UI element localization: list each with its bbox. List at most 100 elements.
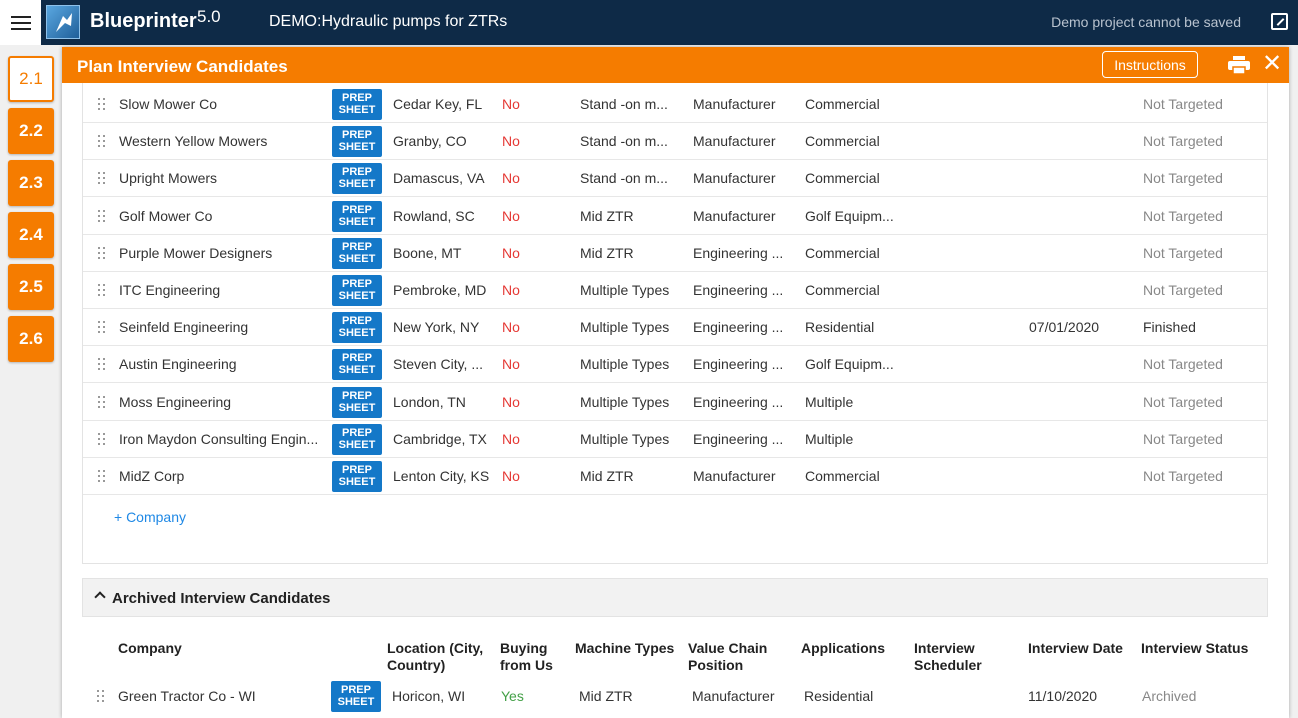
col-header-buying-line1: Buying [500,640,548,656]
col-header-location-line2: Country) [387,657,446,673]
table-row[interactable]: Purple Mower Designers PREP SHEET Boone, MT… [83,235,1267,272]
company-name[interactable]: ITC Engineering [119,282,324,298]
interview-status: Archived [1142,688,1197,704]
drag-handle-icon[interactable] [98,432,106,445]
archived-section-header[interactable]: Archived Interview Candidates [82,578,1268,617]
drag-handle-icon[interactable] [98,209,106,222]
buying-from-us: Yes [501,688,524,704]
step-2-5[interactable]: 2.5 [8,264,54,310]
company-name[interactable]: Austin Engineering [119,356,324,372]
drag-handle-icon[interactable] [97,690,105,702]
company-name[interactable]: Purple Mower Designers [119,245,324,261]
prep-sheet-button[interactable]: PREP SHEET [332,423,382,455]
prep-sheet-button[interactable]: PREP SHEET [332,386,382,418]
table-row[interactable]: Golf Mower Co PREP SHEET Rowland, SC No Mid Z… [83,198,1267,235]
table-row[interactable]: Slow Mower Co PREP SHEET Cedar Key, FL No Sta… [83,86,1267,123]
prep-sheet-button[interactable]: PREP SHEET [332,89,382,120]
table-row[interactable]: MidZ Corp PREP SHEET Lenton City, KS No Mid Z… [83,458,1267,495]
drag-handle-icon[interactable] [98,246,106,259]
drag-handle-icon[interactable] [98,358,106,371]
buying-from-us: No [502,393,520,410]
drag-handle-icon[interactable] [98,135,106,148]
add-company-link[interactable]: + Company [114,509,186,525]
company-name[interactable]: Upright Mowers [119,170,324,186]
hamburger-menu-icon[interactable] [0,0,41,45]
interview-status: Not Targeted [1143,170,1223,187]
value-chain-position: Manufacturer [693,133,776,150]
prep-sheet-button[interactable]: PREP SHEET [332,349,382,381]
prep-sheet-button[interactable]: PREP SHEET [332,200,382,232]
demo-note: Demo project cannot be saved [1051,14,1241,30]
machine-types: Multiple Types [580,319,670,336]
col-header-status[interactable]: Interview Status [1141,640,1248,657]
col-header-location[interactable]: Location (City, Country) [387,640,483,674]
col-header-company[interactable]: Company [118,640,182,657]
col-header-buying[interactable]: Buying from Us [500,640,553,674]
col-header-value-chain-line1: Value Chain [688,640,768,656]
instructions-button[interactable]: Instructions [1102,51,1198,78]
prep-sheet-button[interactable]: PREP SHEET [332,312,382,344]
step-2-4[interactable]: 2.4 [8,212,54,258]
drag-handle-icon[interactable] [98,98,106,110]
prep-sheet-button[interactable]: PREP SHEET [332,275,382,306]
prep-sheet-button[interactable]: PREP SHEET [332,163,382,195]
company-name[interactable]: Golf Mower Co [119,208,324,224]
col-header-applications[interactable]: Applications [801,640,885,657]
table-row[interactable]: Iron Maydon Consulting Engin... PREP SHEET… [83,421,1267,458]
step-2-2[interactable]: 2.2 [8,108,54,154]
table-row[interactable]: Austin Engineering PREP SHEET Steven City, … [83,346,1267,384]
machine-types: Stand -on m... [580,133,668,150]
exit-icon[interactable] [1271,13,1288,30]
company-name[interactable]: Green Tractor Co - WI [118,688,323,704]
drag-handle-icon[interactable] [98,395,106,408]
applications: Residential [805,319,875,336]
interview-status: Not Targeted [1143,133,1223,150]
interview-status: Not Targeted [1143,468,1223,484]
sheet-label: SHEET [338,178,376,191]
prep-sheet-button[interactable]: PREP SHEET [332,237,382,269]
table-row[interactable]: Green Tractor Co - WI PREP SHEET Horicon, W… [82,678,1266,715]
col-header-buying-line2: from Us [500,657,553,673]
company-name[interactable]: MidZ Corp [119,468,324,484]
prep-sheet-button[interactable]: PREP SHEET [332,461,382,492]
company-name[interactable]: Moss Engineering [119,394,324,410]
table-row[interactable]: Seinfeld Engineering PREP SHEET New York, N… [83,309,1267,347]
interview-status: Not Targeted [1143,282,1223,298]
drag-handle-icon[interactable] [98,172,106,185]
step-2-3[interactable]: 2.3 [8,160,54,206]
table-row[interactable]: Moss Engineering PREP SHEET London, TN No Mul… [83,384,1267,421]
company-name[interactable]: Western Yellow Mowers [119,133,324,149]
prep-sheet-button[interactable]: PREP SHEET [331,681,381,712]
close-icon[interactable]: ✕ [1262,52,1282,77]
applications: Golf Equipm... [805,207,894,224]
machine-types: Stand -on m... [580,170,668,187]
applications: Golf Equipm... [805,356,894,373]
table-row[interactable]: ITC Engineering PREP SHEET Pembroke, MD No Mu… [83,272,1267,309]
value-chain-position: Manufacturer [692,688,775,704]
print-icon[interactable] [1228,56,1250,74]
company-name[interactable]: Iron Maydon Consulting Engin... [119,431,324,447]
step-2-6[interactable]: 2.6 [8,316,54,362]
drag-handle-icon[interactable] [98,284,106,296]
col-header-value-chain[interactable]: Value Chain Position [688,640,767,674]
company-name[interactable]: Slow Mower Co [119,96,324,112]
table-row[interactable]: Upright Mowers PREP SHEET Damascus, VA No Sta… [83,160,1267,198]
company-name[interactable]: Seinfeld Engineering [119,319,324,335]
prep-sheet-button[interactable]: PREP SHEET [332,126,382,158]
step-2-1[interactable]: 2.1 [8,56,54,102]
interview-status: Not Targeted [1143,207,1223,224]
drag-handle-icon[interactable] [98,321,106,334]
drag-handle-icon[interactable] [98,470,106,482]
col-header-machine[interactable]: Machine Types [575,640,674,657]
location: Rowland, SC [393,207,475,224]
location: Granby, CO [393,133,467,150]
col-header-date[interactable]: Interview Date [1028,640,1123,657]
col-header-scheduler[interactable]: Interview Scheduler [914,640,982,674]
buying-from-us: No [502,356,520,373]
machine-types: Mid ZTR [579,688,633,704]
chevron-up-icon [94,591,106,603]
value-chain-position: Manufacturer [693,207,776,224]
table-row[interactable]: Western Yellow Mowers PREP SHEET Granby, CO… [83,123,1267,161]
value-chain-position: Manufacturer [693,170,776,187]
active-candidates-card: Slow Mower Co PREP SHEET Cedar Key, FL No Sta… [82,75,1268,564]
